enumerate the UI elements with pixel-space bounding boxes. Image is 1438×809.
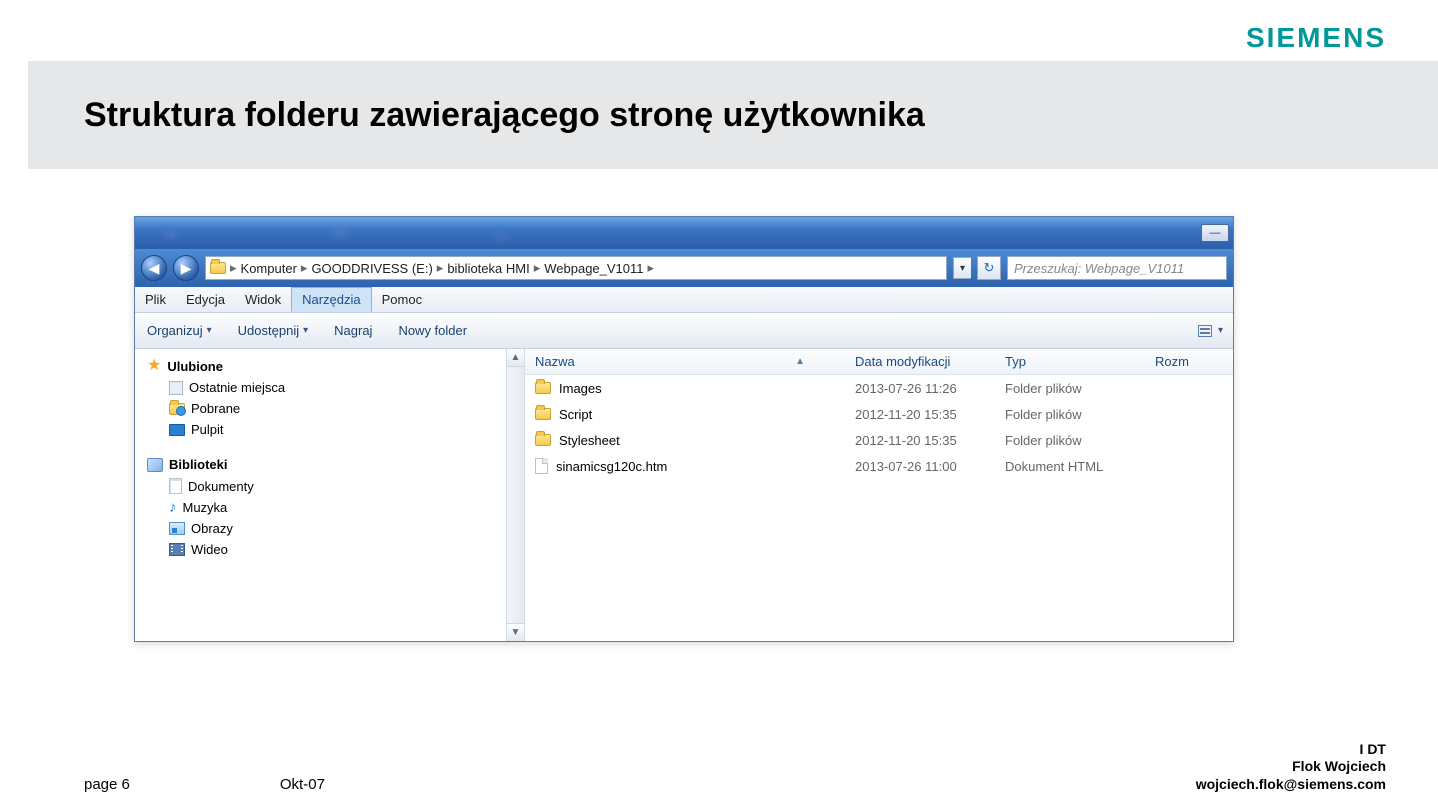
column-date[interactable]: Data modyfikacji — [845, 354, 995, 369]
breadcrumb-bar[interactable]: ▸ Komputer▸ GOODDRIVESS (E:)▸ biblioteka… — [205, 256, 947, 280]
author-name: Flok Wojciech — [1196, 758, 1386, 776]
command-bar: Organizuj ▾ Udostępnij ▾ Nagraj Nowy fol… — [135, 313, 1233, 349]
author-email: wojciech.flok@siemens.com — [1196, 776, 1386, 794]
menu-bar: Plik Edycja Widok Narzędzia Pomoc — [135, 287, 1233, 313]
menu-widok[interactable]: Widok — [235, 287, 291, 312]
column-name[interactable]: Nazwa▲ — [525, 354, 845, 369]
html-file-icon — [535, 458, 548, 474]
nav-desktop[interactable]: Pulpit — [147, 419, 524, 440]
document-icon — [169, 478, 182, 494]
file-row[interactable]: Stylesheet 2012-11-20 15:35 Folder plikó… — [525, 427, 1233, 453]
scroll-down-icon[interactable]: ▼ — [507, 623, 524, 641]
chevron-right-icon: ▸ — [230, 260, 237, 276]
view-options-icon[interactable] — [1198, 325, 1212, 337]
star-icon: ★ — [147, 358, 161, 374]
address-toolbar: ◀ ▶ ▸ Komputer▸ GOODDRIVESS (E:)▸ biblio… — [135, 249, 1233, 287]
nav-forward-button[interactable]: ▶ — [173, 255, 199, 281]
slide-date: Okt-07 — [280, 776, 325, 793]
file-list-pane: Nazwa▲ Data modyfikacji Typ Rozm Images … — [525, 349, 1233, 641]
search-input[interactable]: Przeszukaj: Webpage_V1011 — [1007, 256, 1227, 280]
share-button[interactable]: Udostępnij ▾ — [238, 323, 308, 338]
nav-recent-places[interactable]: Ostatnie miejsca — [147, 377, 524, 398]
breadcrumb-item[interactable]: Komputer▸ — [241, 260, 308, 276]
navigation-pane: ★Ulubione Ostatnie miejsca Pobrane Pulpi… — [135, 349, 525, 641]
slide-footer: page 6 Okt-07 I DT Flok Wojciech wojciec… — [84, 741, 1386, 794]
nav-favorites[interactable]: ★Ulubione — [147, 355, 524, 377]
library-icon — [147, 458, 163, 472]
refresh-button[interactable]: ↻ — [977, 256, 1001, 280]
desktop-icon — [169, 424, 185, 436]
nav-scrollbar[interactable]: ▲ ▼ — [506, 349, 524, 641]
music-icon: ♪ — [169, 500, 177, 515]
column-size[interactable]: Rozm — [1145, 354, 1205, 369]
chevron-down-icon[interactable]: ▾ — [1218, 325, 1223, 336]
nav-downloads[interactable]: Pobrane — [147, 398, 524, 419]
file-row[interactable]: Script 2012-11-20 15:35 Folder plików — [525, 401, 1233, 427]
breadcrumb-item[interactable]: biblioteka HMI▸ — [447, 260, 540, 276]
menu-plik[interactable]: Plik — [135, 287, 176, 312]
breadcrumb-dropdown[interactable]: ▾ — [953, 257, 971, 279]
menu-edycja[interactable]: Edycja — [176, 287, 235, 312]
new-folder-button[interactable]: Nowy folder — [398, 323, 467, 338]
folder-icon — [535, 408, 551, 420]
column-type[interactable]: Typ — [995, 354, 1145, 369]
breadcrumb-item[interactable]: GOODDRIVESS (E:)▸ — [311, 260, 443, 276]
department: I DT — [1196, 741, 1386, 759]
minimize-button[interactable]: — — [1201, 224, 1229, 242]
organize-button[interactable]: Organizuj ▾ — [147, 323, 212, 338]
menu-narzedzia[interactable]: Narzędzia — [291, 287, 372, 312]
downloads-icon — [169, 403, 185, 415]
folder-icon — [210, 262, 226, 274]
window-titlebar[interactable]: — — [135, 217, 1233, 249]
menu-pomoc[interactable]: Pomoc — [372, 287, 432, 312]
page-number: page 6 — [84, 776, 130, 793]
slide-title-bar: Struktura folderu zawierającego stronę u… — [28, 61, 1438, 169]
breadcrumb-item[interactable]: Webpage_V1011▸ — [544, 260, 654, 276]
video-icon — [169, 543, 185, 556]
recent-icon — [169, 381, 183, 395]
nav-music[interactable]: ♪Muzyka — [147, 497, 524, 518]
burn-button[interactable]: Nagraj — [334, 323, 372, 338]
file-row[interactable]: Images 2013-07-26 11:26 Folder plików — [525, 375, 1233, 401]
nav-libraries[interactable]: Biblioteki — [147, 454, 524, 475]
siemens-logo: SIEMENS — [1246, 22, 1386, 54]
slide-title: Struktura folderu zawierającego stronę u… — [84, 96, 925, 135]
scroll-up-icon[interactable]: ▲ — [507, 349, 524, 367]
folder-icon — [535, 382, 551, 394]
explorer-window: — ◀ ▶ ▸ Komputer▸ GOODDRIVESS (E:)▸ bibl… — [134, 216, 1234, 642]
pictures-icon — [169, 522, 185, 535]
nav-documents[interactable]: Dokumenty — [147, 475, 524, 497]
column-header-row: Nazwa▲ Data modyfikacji Typ Rozm — [525, 349, 1233, 375]
sort-asc-icon: ▲ — [795, 356, 805, 367]
folder-icon — [535, 434, 551, 446]
nav-back-button[interactable]: ◀ — [141, 255, 167, 281]
nav-pictures[interactable]: Obrazy — [147, 518, 524, 539]
file-row[interactable]: sinamicsg120c.htm 2013-07-26 11:00 Dokum… — [525, 453, 1233, 479]
nav-videos[interactable]: Wideo — [147, 539, 524, 560]
